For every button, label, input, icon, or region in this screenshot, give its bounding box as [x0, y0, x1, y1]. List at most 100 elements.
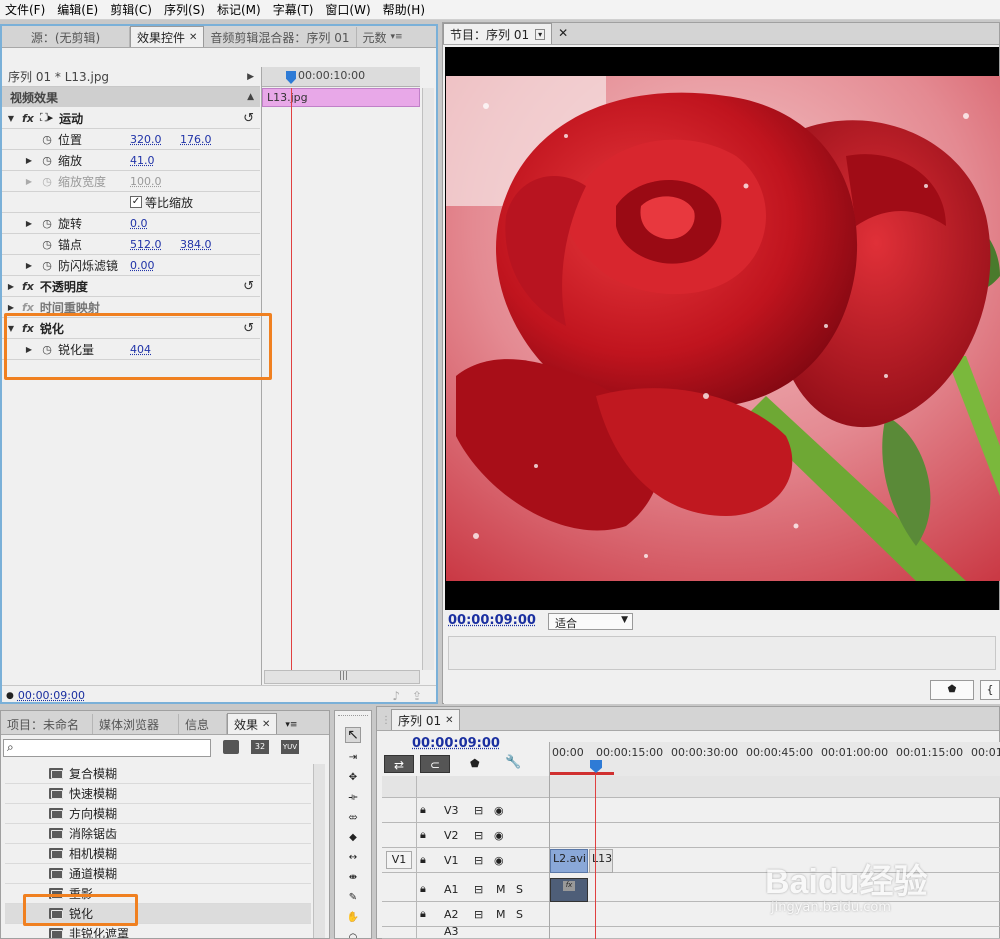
panel-menu-icon[interactable]: ▾≡	[391, 32, 403, 42]
clip-bar[interactable]: L13.jpg	[262, 88, 420, 107]
scale-width-value[interactable]: 100.0	[130, 175, 162, 188]
motion-row[interactable]: ▼ fx ⛶▸ 运动 ↺	[2, 108, 260, 129]
position-x-value[interactable]: 320.0	[130, 133, 162, 146]
anchor-y-value[interactable]: 384.0	[180, 238, 212, 251]
list-item[interactable]: 方向模糊	[5, 804, 311, 824]
opacity-row[interactable]: ▶ fx 不透明度 ↺	[2, 276, 260, 297]
list-item[interactable]: 消除锯齿	[5, 824, 311, 844]
clip-l13[interactable]: L13	[589, 849, 613, 873]
sync-lock-icon[interactable]: ⊟	[474, 883, 483, 896]
play-arrow-icon[interactable]: ▶	[247, 72, 254, 82]
tab-program[interactable]: 节目：序列 01 ▾	[443, 23, 553, 44]
mute-button[interactable]: M	[496, 883, 506, 896]
vertical-scrollbar[interactable]	[422, 88, 434, 670]
wrench-icon[interactable]: 🔧	[505, 755, 521, 770]
program-scrubber[interactable]	[448, 636, 996, 670]
expand-right-icon[interactable]: ▶	[6, 282, 16, 291]
dropdown-icon[interactable]: ▾	[535, 28, 546, 40]
clip-l2-avi[interactable]: L2.avi	[550, 849, 588, 873]
pen-tool-icon[interactable]: ✎	[345, 889, 361, 905]
slip-tool-icon[interactable]: ↔	[345, 849, 361, 865]
antiflicker-value[interactable]: 0.00	[130, 259, 155, 272]
hand-tool-icon[interactable]: ✋	[345, 909, 361, 925]
tab-source[interactable]: 源：(无剪辑)	[2, 27, 130, 47]
mute-button[interactable]: M	[496, 908, 506, 921]
zoom-tool-icon[interactable]: ○	[345, 929, 361, 939]
lock-icon[interactable]: 🔒︎	[420, 907, 426, 921]
expand-right-icon[interactable]: ▶	[24, 219, 34, 228]
timeline-timecode[interactable]: 00:00:09:00	[412, 736, 500, 751]
add-marker-button[interactable]: ⬟	[930, 680, 974, 700]
audio-clip[interactable]: fx	[550, 878, 588, 902]
tab-effect-controls[interactable]: 效果控件 ✕	[130, 26, 205, 47]
list-item[interactable]: 非锐化遮罩	[5, 924, 311, 938]
horizontal-scrollbar[interactable]: |||	[264, 670, 420, 684]
export-icon[interactable]: ⇪	[412, 689, 422, 703]
time-ruler[interactable]: 00:00 00:00:15:00 00:00:30:00 00:00:45:0…	[549, 742, 1000, 776]
list-item[interactable]: 复合模糊	[5, 764, 311, 784]
rolling-edit-tool-icon[interactable]: ⟛	[345, 789, 361, 805]
list-item[interactable]: 快速模糊	[5, 784, 311, 804]
transform-icon[interactable]: ⛶▸	[40, 111, 53, 125]
slide-tool-icon[interactable]: ⇼	[345, 869, 361, 885]
stopwatch-icon[interactable]: ◷	[40, 153, 54, 167]
accelerated-effects-icon[interactable]	[223, 740, 239, 754]
stopwatch-icon[interactable]: ◷	[40, 174, 54, 188]
eye-icon[interactable]: ◉	[494, 804, 504, 817]
expand-right-icon[interactable]: ▶	[24, 261, 34, 270]
expand-right-icon[interactable]: ▶	[6, 303, 16, 312]
close-icon[interactable]: ✕	[262, 719, 270, 730]
tab-project[interactable]: 项目：未命名	[1, 714, 93, 734]
razor-tool-icon[interactable]: ◆	[345, 829, 361, 845]
sync-lock-icon[interactable]: ⊟	[474, 908, 483, 921]
eye-icon[interactable]: ◉	[494, 854, 504, 867]
stopwatch-icon[interactable]: ◷	[40, 132, 54, 146]
rate-stretch-tool-icon[interactable]: ⤄	[345, 809, 361, 825]
menu-help[interactable]: 帮助(H)	[378, 1, 432, 18]
tab-info[interactable]: 信息	[179, 714, 227, 734]
lock-icon[interactable]: 🔒︎	[420, 803, 426, 817]
menu-marker[interactable]: 标记(M)	[212, 1, 268, 18]
stopwatch-icon[interactable]: ◷	[40, 216, 54, 230]
linked-selection-icon[interactable]: ⊂	[420, 755, 450, 773]
selection-tool-icon[interactable]: ↖	[345, 727, 361, 743]
mark-in-button[interactable]: {	[980, 680, 1000, 700]
collapse-up-icon[interactable]: ▲	[247, 92, 254, 102]
tab-sequence[interactable]: 序列 01 ✕	[391, 709, 461, 730]
fx-icon[interactable]: fx	[22, 112, 34, 125]
uniform-scale-checkbox[interactable]: ✓	[130, 196, 142, 208]
solo-button[interactable]: S	[516, 883, 523, 896]
tab-media-browser[interactable]: 媒体浏览器	[93, 714, 179, 734]
vertical-scrollbar[interactable]	[313, 764, 325, 938]
eye-icon[interactable]: ◉	[494, 829, 504, 842]
tab-metadata[interactable]: 元数 ▾≡	[357, 27, 409, 47]
program-timecode[interactable]: 00:00:09:00	[448, 613, 536, 628]
stopwatch-icon[interactable]: ◷	[40, 258, 54, 272]
menu-edit[interactable]: 编辑(E)	[52, 1, 105, 18]
lock-icon[interactable]: 🔒︎	[420, 882, 426, 896]
ripple-edit-tool-icon[interactable]: ✥	[345, 769, 361, 785]
track-select-tool-icon[interactable]: ⇥	[345, 749, 361, 765]
32bit-icon[interactable]: 32	[251, 740, 269, 754]
solo-button[interactable]: S	[516, 908, 523, 921]
lock-icon[interactable]: 🔒︎	[420, 828, 426, 842]
panel-menu-icon[interactable]: ▾≡	[285, 720, 297, 730]
fit-dropdown[interactable]: 适合 ▼	[548, 613, 633, 630]
position-y-value[interactable]: 176.0	[180, 133, 212, 146]
audio-icon[interactable]: ♪	[392, 689, 400, 703]
playhead-marker-icon[interactable]	[286, 71, 296, 84]
expand-right-icon[interactable]: ▶	[24, 156, 34, 165]
list-item[interactable]: 相机模糊	[5, 844, 311, 864]
sync-lock-icon[interactable]: ⊟	[474, 854, 483, 867]
lock-icon[interactable]: 🔒︎	[420, 853, 426, 867]
reset-icon[interactable]: ↺	[243, 279, 254, 294]
search-input[interactable]: ⌕	[3, 739, 211, 757]
rotation-value[interactable]: 0.0	[130, 217, 148, 230]
list-item[interactable]: 通道模糊	[5, 864, 311, 884]
sync-lock-icon[interactable]: ⊟	[474, 829, 483, 842]
yuv-icon[interactable]: YUV	[281, 740, 299, 754]
close-icon[interactable]: ✕	[189, 32, 197, 43]
stopwatch-icon[interactable]: ◷	[40, 237, 54, 251]
scale-value[interactable]: 41.0	[130, 154, 155, 167]
tab-audio-mixer[interactable]: 音频剪辑混合器：序列 01	[204, 27, 357, 47]
